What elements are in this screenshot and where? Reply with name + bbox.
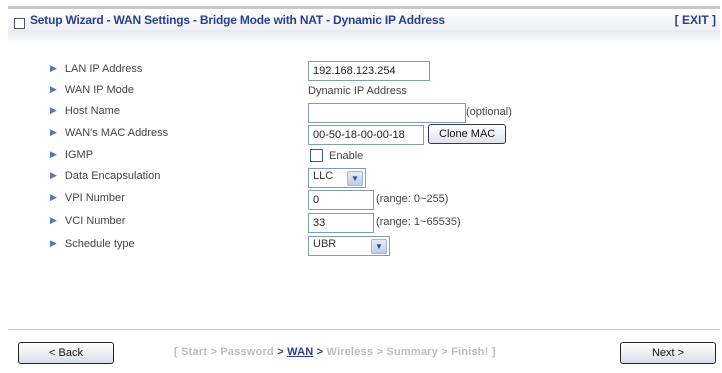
row-vci: ▶VCI Number (range: 1~65535) xyxy=(50,213,690,233)
step-summary: Summary xyxy=(386,346,438,358)
chevron-down-icon[interactable]: ▼ xyxy=(347,171,363,186)
row-label: ▶ Host Name xyxy=(50,105,120,117)
triangle-right-icon: ▶ xyxy=(50,215,57,225)
optional-note: (optional) xyxy=(466,106,512,118)
row-schedule: ▶ Schedule type UBR ▼ xyxy=(50,236,690,256)
row-label: ▶ VCI Number xyxy=(50,215,126,227)
schedule-type-selected: UBR xyxy=(313,238,337,250)
row-label: ▶ WAN IP Mode xyxy=(50,84,134,96)
row-wan-mac: ▶WAN's MAC Address Clone MAC xyxy=(50,124,690,145)
chevron-down-icon[interactable]: ▼ xyxy=(371,239,387,254)
title-bar: Setup Wizard - WAN Settings - Bridge Mod… xyxy=(8,6,720,31)
data-encap-select[interactable]: LLC ▼ xyxy=(308,168,366,188)
wizard-steps: [ Start > Password > WAN > Wireless > Su… xyxy=(174,346,496,358)
triangle-right-icon: ▶ xyxy=(50,170,57,180)
next-button[interactable]: Next > xyxy=(620,342,716,364)
vci-input[interactable] xyxy=(308,213,374,233)
host-name-input[interactable] xyxy=(308,103,466,123)
exit-link[interactable]: [ EXIT ] xyxy=(675,13,716,27)
lan-ip-input[interactable] xyxy=(308,61,430,81)
title-shadow xyxy=(8,30,720,44)
wan-mac-input[interactable] xyxy=(308,125,424,145)
triangle-right-icon: ▶ xyxy=(50,63,57,73)
row-host-name: ▶ Host Name (optional) xyxy=(50,103,690,123)
steps-open-bracket: [ xyxy=(174,346,178,358)
step-separator: > xyxy=(210,346,218,358)
step-start: Start xyxy=(181,346,208,358)
square-icon xyxy=(14,18,25,29)
triangle-right-icon: ▶ xyxy=(50,84,57,94)
triangle-right-icon: ▶ xyxy=(50,105,57,115)
data-encap-selected: LLC xyxy=(313,170,334,182)
page-title: Setup Wizard - WAN Settings - Bridge Mod… xyxy=(30,13,445,27)
row-label: ▶ IGMP xyxy=(50,149,94,161)
triangle-right-icon: ▶ xyxy=(50,127,57,137)
steps-close-bracket: ] xyxy=(491,346,496,358)
vpi-input[interactable] xyxy=(308,190,374,210)
step-separator: > xyxy=(376,346,384,358)
step-finish: Finish! xyxy=(451,346,489,358)
row-igmp: ▶ IGMP Enable xyxy=(50,147,690,167)
wan-ip-mode-value: Dynamic IP Address xyxy=(308,85,407,97)
row-label: ▶ Data Encapsulation xyxy=(50,170,161,182)
step-separator: > xyxy=(316,346,324,358)
triangle-right-icon: ▶ xyxy=(50,149,57,159)
clone-mac-button[interactable]: Clone MAC xyxy=(428,124,507,144)
divider xyxy=(8,329,720,330)
row-label: ▶ LAN IP Address xyxy=(50,63,143,75)
igmp-enable-checkbox[interactable] xyxy=(310,149,323,162)
row-label: ▶ VPI Number xyxy=(50,192,125,204)
step-wan-current: WAN xyxy=(287,346,314,358)
back-button[interactable]: < Back xyxy=(18,342,114,364)
triangle-right-icon: ▶ xyxy=(50,192,57,202)
vpi-range: (range: 0~255) xyxy=(376,193,449,205)
step-separator: > xyxy=(441,346,448,358)
row-lan-ip: ▶ LAN IP Address xyxy=(50,61,690,81)
row-vpi: ▶VPI Number (range: 0~255) xyxy=(50,190,690,210)
schedule-type-select[interactable]: UBR ▼ xyxy=(308,236,390,256)
vci-range: (range: 1~65535) xyxy=(376,216,461,228)
step-separator: > xyxy=(277,346,284,358)
row-data-encap: ▶ Data Encapsulation LLC ▼ xyxy=(50,168,690,188)
row-label: ▶ Schedule type xyxy=(50,238,135,250)
step-password: Password xyxy=(220,346,274,358)
triangle-right-icon: ▶ xyxy=(50,238,57,248)
igmp-enable-label: Enable xyxy=(329,150,364,162)
step-wireless: Wireless xyxy=(326,346,374,358)
row-wan-ip-mode: ▶ WAN IP Mode Dynamic IP Address xyxy=(50,82,690,102)
row-label: ▶ WAN's MAC Address xyxy=(50,127,169,139)
